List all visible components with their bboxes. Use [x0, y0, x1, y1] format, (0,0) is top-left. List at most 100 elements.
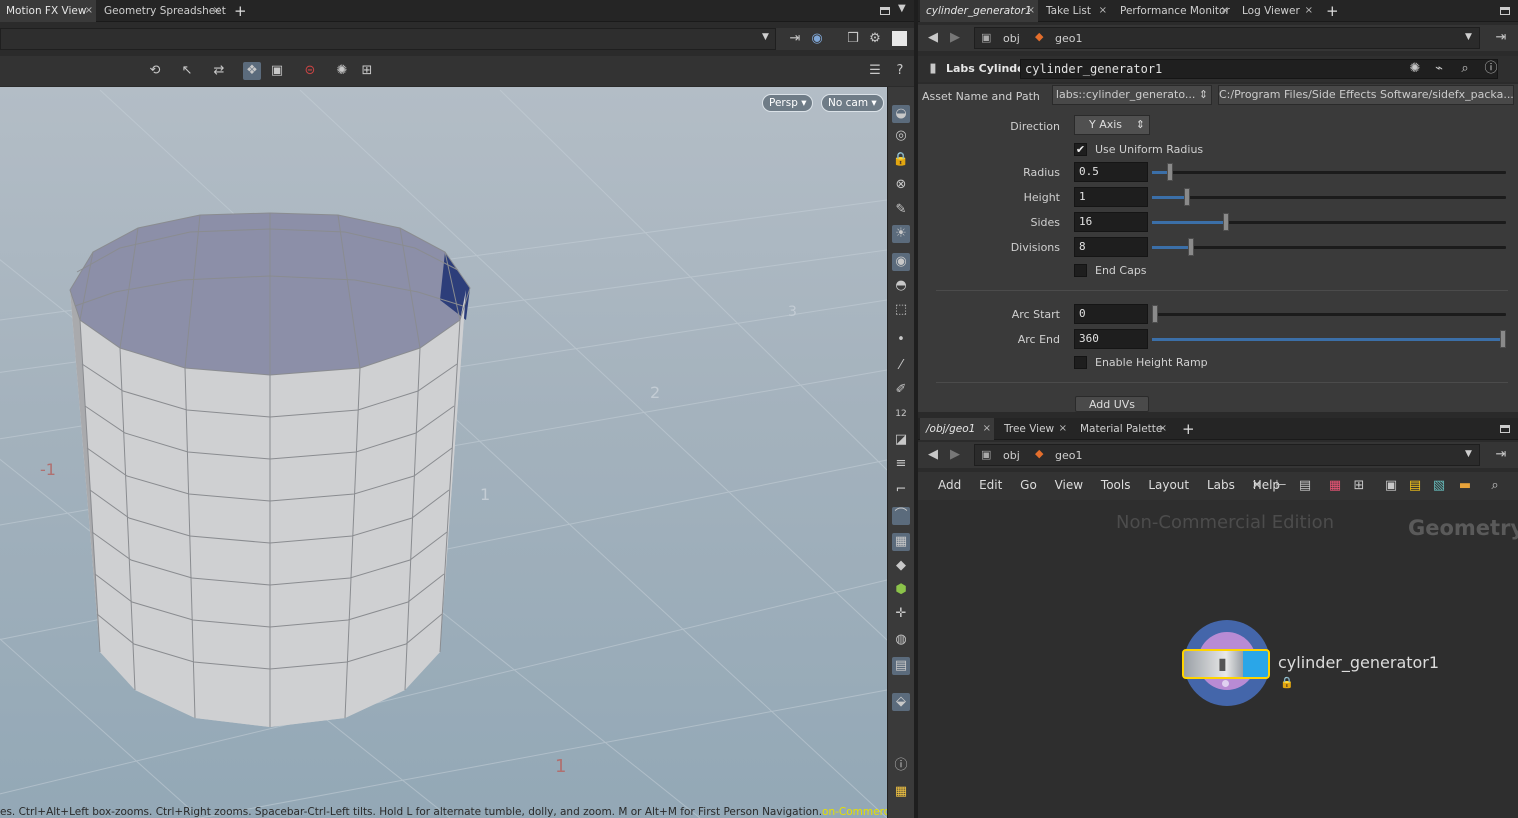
- box-icon[interactable]: ▬: [1456, 477, 1474, 495]
- group-icon[interactable]: ❖: [243, 62, 261, 80]
- close-icon[interactable]: ×: [1159, 418, 1167, 440]
- eye-icon[interactable]: ◓: [892, 277, 910, 295]
- number-icon[interactable]: 12: [892, 405, 910, 423]
- settings-box-icon[interactable]: ⊞: [358, 62, 376, 80]
- network-path[interactable]: ▣ obj ◆ geo1 ▼: [974, 27, 1480, 49]
- pen-icon[interactable]: ✎: [892, 201, 910, 219]
- use-uniform-radius-checkbox[interactable]: ✔: [1074, 143, 1087, 156]
- menu-add[interactable]: Add: [938, 478, 961, 492]
- xray-icon[interactable]: ⊗: [892, 176, 910, 194]
- brush-icon[interactable]: ✐: [892, 381, 910, 399]
- wrench-icon[interactable]: ✕: [1248, 477, 1266, 495]
- bend-icon[interactable]: ⌒: [892, 507, 910, 525]
- info-icon[interactable]: ⓘ: [1482, 60, 1500, 78]
- menu-view[interactable]: View: [1055, 478, 1083, 492]
- help-icon[interactable]: ?: [891, 62, 909, 80]
- table-icon[interactable]: ⊞: [1350, 477, 1368, 495]
- note-icon[interactable]: ▤: [1406, 477, 1424, 495]
- menu-labs[interactable]: Labs: [1207, 478, 1235, 492]
- stack-icon[interactable]: ≡: [892, 455, 910, 473]
- menu-go[interactable]: Go: [1020, 478, 1037, 492]
- add-tab-icon[interactable]: +: [1182, 420, 1195, 438]
- pin-location-icon[interactable]: ⬙: [892, 693, 910, 711]
- diamond-icon[interactable]: ◆: [892, 557, 910, 575]
- swap-icon[interactable]: ⇄: [210, 62, 228, 80]
- arc-end-slider[interactable]: [1152, 330, 1506, 348]
- brush-icon[interactable]: ⌁: [1430, 60, 1448, 78]
- tab-performance-monitor[interactable]: Performance Monitor ×: [1114, 0, 1232, 22]
- end-caps-checkbox[interactable]: [1074, 264, 1087, 277]
- node-connector[interactable]: [1222, 680, 1229, 687]
- sides-field[interactable]: 16: [1074, 212, 1148, 232]
- image-icon[interactable]: ▤: [892, 657, 910, 675]
- tab-motion-fx-view[interactable]: Motion FX View ×: [0, 0, 96, 22]
- list-icon[interactable]: ▤: [1296, 477, 1314, 495]
- asset-path-menu[interactable]: C:/Program Files/Side Effects Software/s…: [1218, 85, 1514, 105]
- target-icon[interactable]: ◉: [808, 30, 826, 48]
- path-geo[interactable]: geo1: [1055, 32, 1082, 45]
- tab-obj-geo1[interactable]: /obj/geo1 ×: [920, 418, 994, 440]
- node-name-field[interactable]: cylinder_generator1: [1020, 59, 1498, 79]
- path-obj[interactable]: obj: [1003, 32, 1020, 45]
- network-path[interactable]: ▣ obj ◆ geo1 ▼: [974, 444, 1480, 466]
- tab-tree-view[interactable]: Tree View ×: [998, 418, 1070, 440]
- tab-cylinder-generator1[interactable]: cylinder_generator1 ×: [920, 0, 1038, 22]
- gear-icon[interactable]: ✺: [1406, 60, 1424, 78]
- texture-icon[interactable]: ▦: [892, 533, 910, 551]
- add-tab-icon[interactable]: +: [234, 2, 247, 20]
- cube-icon[interactable]: ❒: [844, 30, 862, 48]
- menu-edit[interactable]: Edit: [979, 478, 1002, 492]
- image-add-icon[interactable]: ▧: [1430, 477, 1448, 495]
- pin-icon[interactable]: ⇥: [1492, 29, 1510, 47]
- close-icon[interactable]: ×: [1305, 0, 1313, 22]
- path-field[interactable]: [0, 28, 776, 50]
- add-tab-icon[interactable]: +: [1326, 2, 1339, 20]
- ghost-icon[interactable]: ◎: [892, 127, 910, 145]
- forward-arrow-icon[interactable]: ▶: [946, 29, 964, 47]
- sphere-icon[interactable]: ◍: [892, 631, 910, 649]
- line-icon[interactable]: ⁄: [892, 357, 910, 375]
- forward-arrow-icon[interactable]: ▶: [946, 446, 964, 464]
- bucket-icon[interactable]: ◪: [892, 431, 910, 449]
- network-canvas[interactable]: Non-Commercial Edition Geometry ▮ cylind…: [918, 500, 1518, 818]
- close-icon[interactable]: ×: [85, 0, 93, 22]
- divisions-slider[interactable]: [1152, 238, 1506, 256]
- select-icon[interactable]: ↖: [178, 62, 196, 80]
- point-icon[interactable]: •: [892, 331, 910, 349]
- grid-icon[interactable]: ▦: [892, 783, 910, 801]
- close-icon[interactable]: ×: [213, 0, 221, 22]
- search-icon[interactable]: ⌕: [1456, 60, 1474, 78]
- chevron-down-icon[interactable]: ▼: [1465, 32, 1472, 42]
- arc-start-slider[interactable]: [1152, 305, 1506, 323]
- back-arrow-icon[interactable]: ◀: [924, 446, 942, 464]
- arc-end-field[interactable]: 360: [1074, 329, 1148, 349]
- tab-take-list[interactable]: Take List ×: [1040, 0, 1110, 22]
- close-icon[interactable]: ×: [1059, 418, 1067, 440]
- asset-name-menu[interactable]: labs::cylinder_generato... ⇕: [1052, 85, 1212, 105]
- enable-height-ramp-checkbox[interactable]: [1074, 356, 1087, 369]
- close-icon[interactable]: ×: [1221, 0, 1229, 22]
- camera-menu-button[interactable]: No cam ▾: [821, 94, 884, 112]
- close-icon[interactable]: ×: [1099, 0, 1107, 22]
- transform-icon[interactable]: ⬚: [892, 301, 910, 319]
- maximize-icon[interactable]: [1500, 7, 1510, 15]
- cylinder-node[interactable]: ▮: [1182, 649, 1270, 679]
- arc-start-field[interactable]: 0: [1074, 304, 1148, 324]
- info-icon[interactable]: ⓘ: [892, 757, 910, 775]
- pin-icon[interactable]: ⇥: [1492, 446, 1510, 464]
- maximize-icon[interactable]: [880, 7, 890, 15]
- search-icon[interactable]: ⌕: [1486, 477, 1504, 495]
- scene-viewport[interactable]: -1 1 2 3 1 Persp ▾ No cam ▾ es. Ctrl+Alt…: [0, 87, 887, 818]
- sides-slider[interactable]: [1152, 213, 1506, 231]
- view-icon[interactable]: ◒: [892, 105, 910, 123]
- radius-field[interactable]: 0.5: [1074, 162, 1148, 182]
- tree-icon[interactable]: ⊢: [1272, 477, 1290, 495]
- maximize-icon[interactable]: [1500, 425, 1510, 433]
- camera-icon[interactable]: ▣: [268, 62, 286, 80]
- height-field[interactable]: 1: [1074, 187, 1148, 207]
- chevron-down-icon[interactable]: ▼: [1465, 449, 1472, 459]
- tab-material-palette[interactable]: Material Palette ×: [1074, 418, 1170, 440]
- pin-icon[interactable]: ⇥: [786, 30, 804, 48]
- panel-icon[interactable]: ▣: [1382, 477, 1400, 495]
- pane-menu-icon[interactable]: ▼: [898, 3, 906, 14]
